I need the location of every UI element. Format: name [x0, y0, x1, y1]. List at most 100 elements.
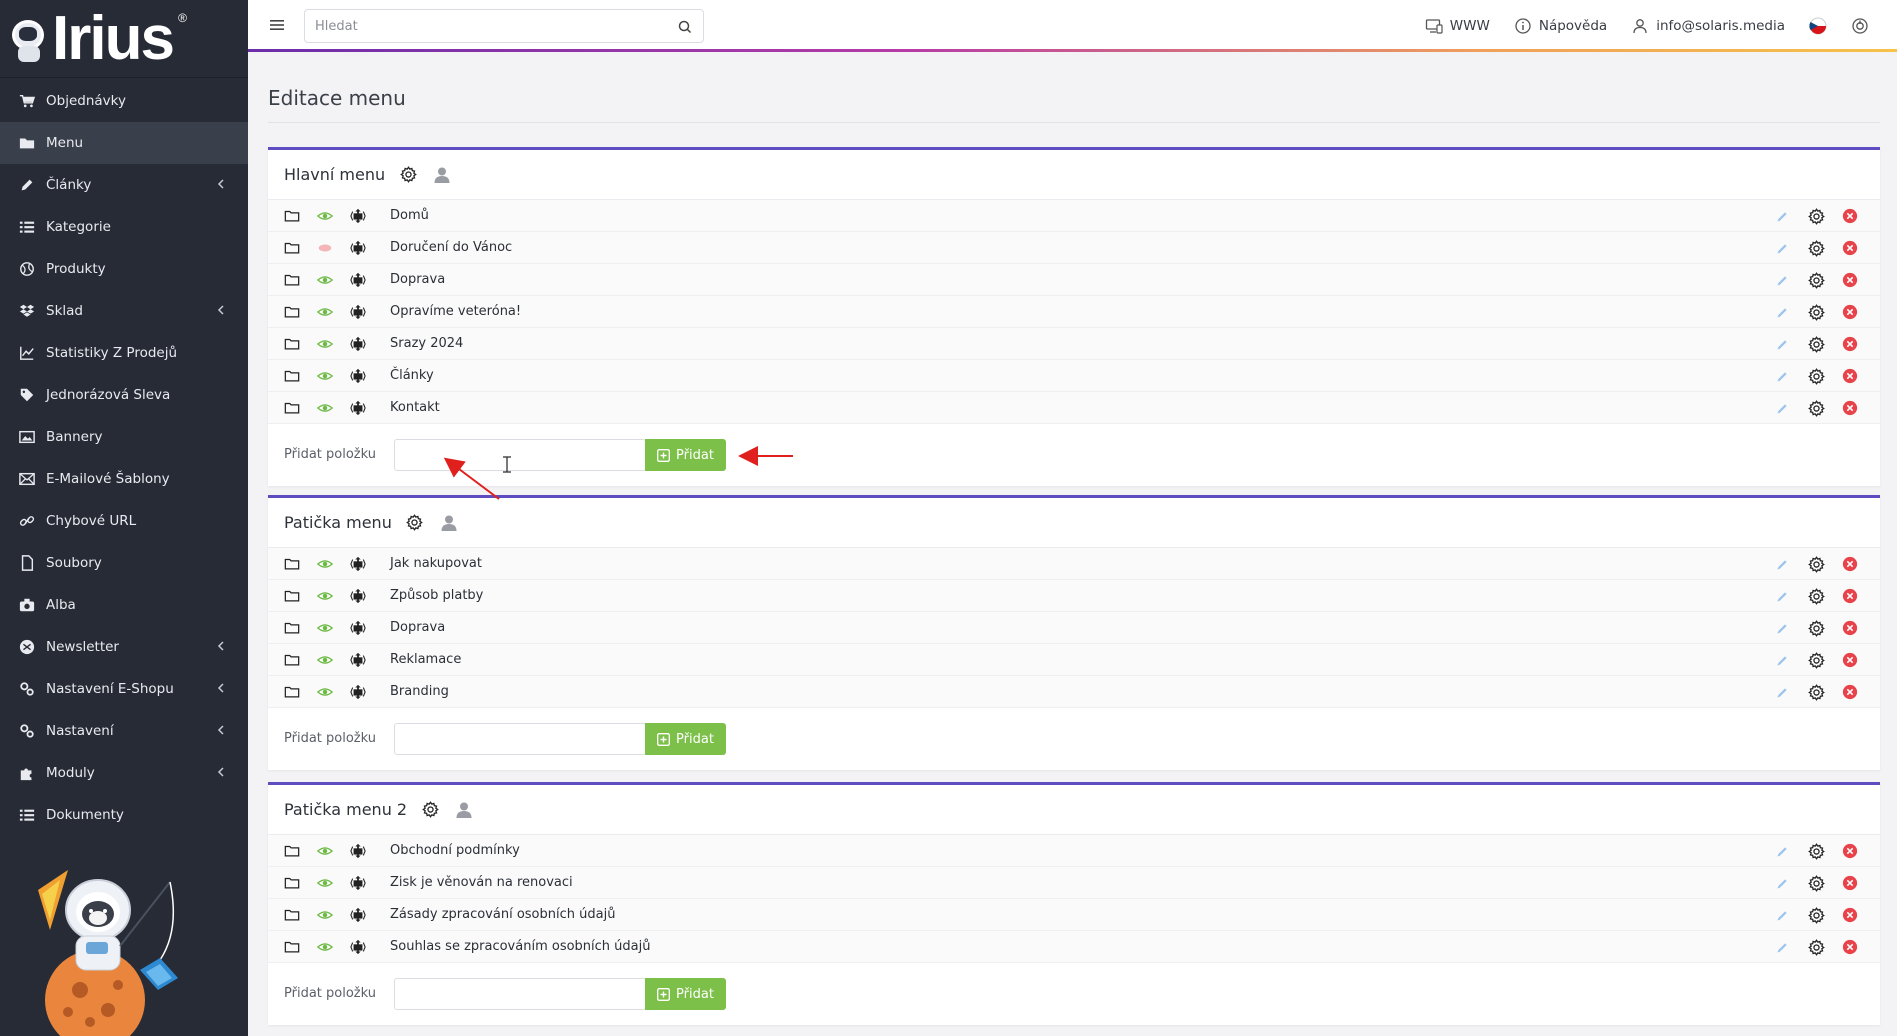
folder-icon[interactable]: [282, 937, 302, 957]
sidebar-item-16[interactable]: Nastavení: [0, 710, 248, 752]
edit-pencil-icon[interactable]: [1772, 302, 1792, 322]
gear-icon[interactable]: [1806, 618, 1826, 638]
folder-icon[interactable]: [282, 682, 302, 702]
delete-icon[interactable]: [1840, 937, 1860, 957]
edit-pencil-icon[interactable]: [1772, 650, 1792, 670]
sidebar-item-15[interactable]: Nastavení E-Shopu: [0, 668, 248, 710]
delete-icon[interactable]: [1840, 841, 1860, 861]
move-icon[interactable]: [348, 398, 368, 418]
delete-icon[interactable]: [1840, 238, 1860, 258]
add-item-button[interactable]: Přidat: [645, 439, 726, 471]
folder-icon[interactable]: [282, 650, 302, 670]
delete-icon[interactable]: [1840, 586, 1860, 606]
sidebar-item-9[interactable]: Bannery: [0, 416, 248, 458]
menu-item-label[interactable]: Souhlas se zpracováním osobních údajů: [390, 939, 650, 954]
move-icon[interactable]: [348, 682, 368, 702]
edit-pencil-icon[interactable]: [1772, 334, 1792, 354]
menu-item-label[interactable]: Opravíme veteróna!: [390, 304, 521, 319]
gear-icon[interactable]: [1806, 873, 1826, 893]
eye-icon[interactable]: [315, 618, 335, 638]
folder-icon[interactable]: [282, 302, 302, 322]
gear-icon[interactable]: [1806, 206, 1826, 226]
sidebar-item-8[interactable]: Jednorázová Sleva: [0, 374, 248, 416]
eye-icon[interactable]: [315, 586, 335, 606]
folder-icon[interactable]: [282, 366, 302, 386]
language-switch[interactable]: [1809, 17, 1827, 35]
eye-icon[interactable]: [315, 873, 335, 893]
move-icon[interactable]: [348, 841, 368, 861]
move-icon[interactable]: [348, 650, 368, 670]
menu-item-label[interactable]: Doprava: [390, 272, 445, 287]
menu-item-label[interactable]: Zisk je věnován na renovaci: [390, 875, 573, 890]
move-icon[interactable]: [348, 238, 368, 258]
gear-icon[interactable]: [1806, 586, 1826, 606]
delete-icon[interactable]: [1840, 302, 1860, 322]
menu-item-label[interactable]: Doprava: [390, 620, 445, 635]
move-icon[interactable]: [348, 334, 368, 354]
sidebar-item-6[interactable]: Sklad: [0, 290, 248, 332]
sidebar-item-14[interactable]: Newsletter: [0, 626, 248, 668]
eye-icon[interactable]: [315, 841, 335, 861]
menu-settings-gear-icon[interactable]: [397, 164, 419, 186]
gear-icon[interactable]: [1806, 398, 1826, 418]
menu-permissions-user-icon[interactable]: [453, 799, 475, 821]
gear-icon[interactable]: [1806, 682, 1826, 702]
folder-icon[interactable]: [282, 841, 302, 861]
eye-icon[interactable]: [315, 302, 335, 322]
delete-icon[interactable]: [1840, 366, 1860, 386]
move-icon[interactable]: [348, 586, 368, 606]
delete-icon[interactable]: [1840, 270, 1860, 290]
folder-icon[interactable]: [282, 873, 302, 893]
menu-item-label[interactable]: Články: [390, 368, 434, 383]
edit-pencil-icon[interactable]: [1772, 206, 1792, 226]
move-icon[interactable]: [348, 206, 368, 226]
logout-button[interactable]: [1851, 17, 1869, 35]
menu-item-label[interactable]: Doručení do Vánoc: [390, 240, 512, 255]
edit-pencil-icon[interactable]: [1772, 366, 1792, 386]
logo[interactable]: Irius ®: [0, 0, 248, 78]
menu-item-label[interactable]: Obchodní podmínky: [390, 843, 520, 858]
menu-item-label[interactable]: Kontakt: [390, 400, 440, 415]
sidebar-item-10[interactable]: E-Mailové Šablony: [0, 458, 248, 500]
delete-icon[interactable]: [1840, 873, 1860, 893]
edit-pencil-icon[interactable]: [1772, 905, 1792, 925]
sidebar-item-3[interactable]: Články: [0, 164, 248, 206]
menu-settings-gear-icon[interactable]: [419, 799, 441, 821]
eye-icon[interactable]: [315, 206, 335, 226]
gear-icon[interactable]: [1806, 302, 1826, 322]
gear-icon[interactable]: [1806, 334, 1826, 354]
add-item-input[interactable]: [394, 723, 646, 755]
folder-icon[interactable]: [282, 554, 302, 574]
add-item-input[interactable]: [394, 978, 646, 1010]
menu-item-label[interactable]: Jak nakupovat: [390, 556, 482, 571]
delete-icon[interactable]: [1840, 398, 1860, 418]
edit-pencil-icon[interactable]: [1772, 586, 1792, 606]
folder-icon[interactable]: [282, 398, 302, 418]
menu-item-label[interactable]: Domů: [390, 208, 429, 223]
sidebar-item-11[interactable]: Chybové URL: [0, 500, 248, 542]
delete-icon[interactable]: [1840, 682, 1860, 702]
gear-icon[interactable]: [1806, 937, 1826, 957]
gear-icon[interactable]: [1806, 554, 1826, 574]
menu-item-label[interactable]: Branding: [390, 684, 449, 699]
sidebar-item-7[interactable]: Statistiky Z Prodejů: [0, 332, 248, 374]
delete-icon[interactable]: [1840, 334, 1860, 354]
folder-icon[interactable]: [282, 206, 302, 226]
edit-pencil-icon[interactable]: [1772, 682, 1792, 702]
gear-icon[interactable]: [1806, 270, 1826, 290]
sidebar-item-13[interactable]: Alba: [0, 584, 248, 626]
sidebar-item-17[interactable]: Moduly: [0, 752, 248, 794]
move-icon[interactable]: [348, 618, 368, 638]
gear-icon[interactable]: [1806, 841, 1826, 861]
edit-pencil-icon[interactable]: [1772, 841, 1792, 861]
delete-icon[interactable]: [1840, 905, 1860, 925]
delete-icon[interactable]: [1840, 206, 1860, 226]
gear-icon[interactable]: [1806, 905, 1826, 925]
eye-icon[interactable]: [315, 270, 335, 290]
sidebar-item-4[interactable]: Kategorie: [0, 206, 248, 248]
add-item-input[interactable]: [394, 439, 646, 471]
search-icon[interactable]: [677, 19, 693, 35]
edit-pencil-icon[interactable]: [1772, 937, 1792, 957]
delete-icon[interactable]: [1840, 618, 1860, 638]
folder-icon[interactable]: [282, 586, 302, 606]
